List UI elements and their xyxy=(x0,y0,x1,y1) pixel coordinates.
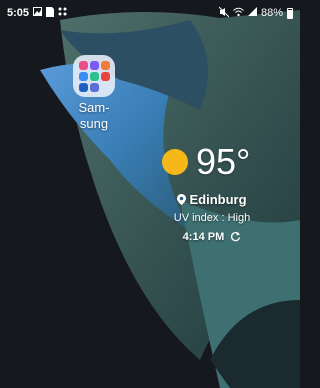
status-bar: 5:05 88% xyxy=(0,0,300,26)
mute-icon xyxy=(218,6,230,20)
folder-app-icon xyxy=(100,60,110,70)
battery-percent: 88% xyxy=(260,7,283,19)
folder-app-icon xyxy=(100,71,110,81)
folder-app-icon xyxy=(78,60,88,70)
wifi-icon xyxy=(233,7,244,20)
updated-time-text: 4:14 PM xyxy=(182,231,225,243)
location: Edinburg xyxy=(150,192,274,207)
uv-index: UV index : High xyxy=(173,212,251,224)
folder-app-icon xyxy=(78,82,88,92)
status-time: 5:05 xyxy=(7,7,30,19)
folder-app-icon xyxy=(78,71,88,81)
samsung-folder[interactable] xyxy=(73,55,115,97)
location-pin-icon xyxy=(177,194,187,205)
folder-label: Sam- sung xyxy=(78,100,110,131)
sim-icon xyxy=(46,6,55,20)
battery-icon xyxy=(287,7,293,19)
refresh-icon[interactable] xyxy=(230,231,241,242)
signal-icon xyxy=(247,7,257,19)
folder-app-icon xyxy=(89,60,99,70)
sun-icon xyxy=(162,149,188,175)
apps-grid-icon xyxy=(58,7,67,19)
folder-app-icon xyxy=(89,71,99,81)
folder-app-icon xyxy=(89,82,99,92)
updated-time: 4:14 PM xyxy=(150,231,274,243)
gallery-icon xyxy=(33,7,43,19)
temperature: 95° xyxy=(196,141,251,182)
location-name: Edinburg xyxy=(189,192,247,207)
